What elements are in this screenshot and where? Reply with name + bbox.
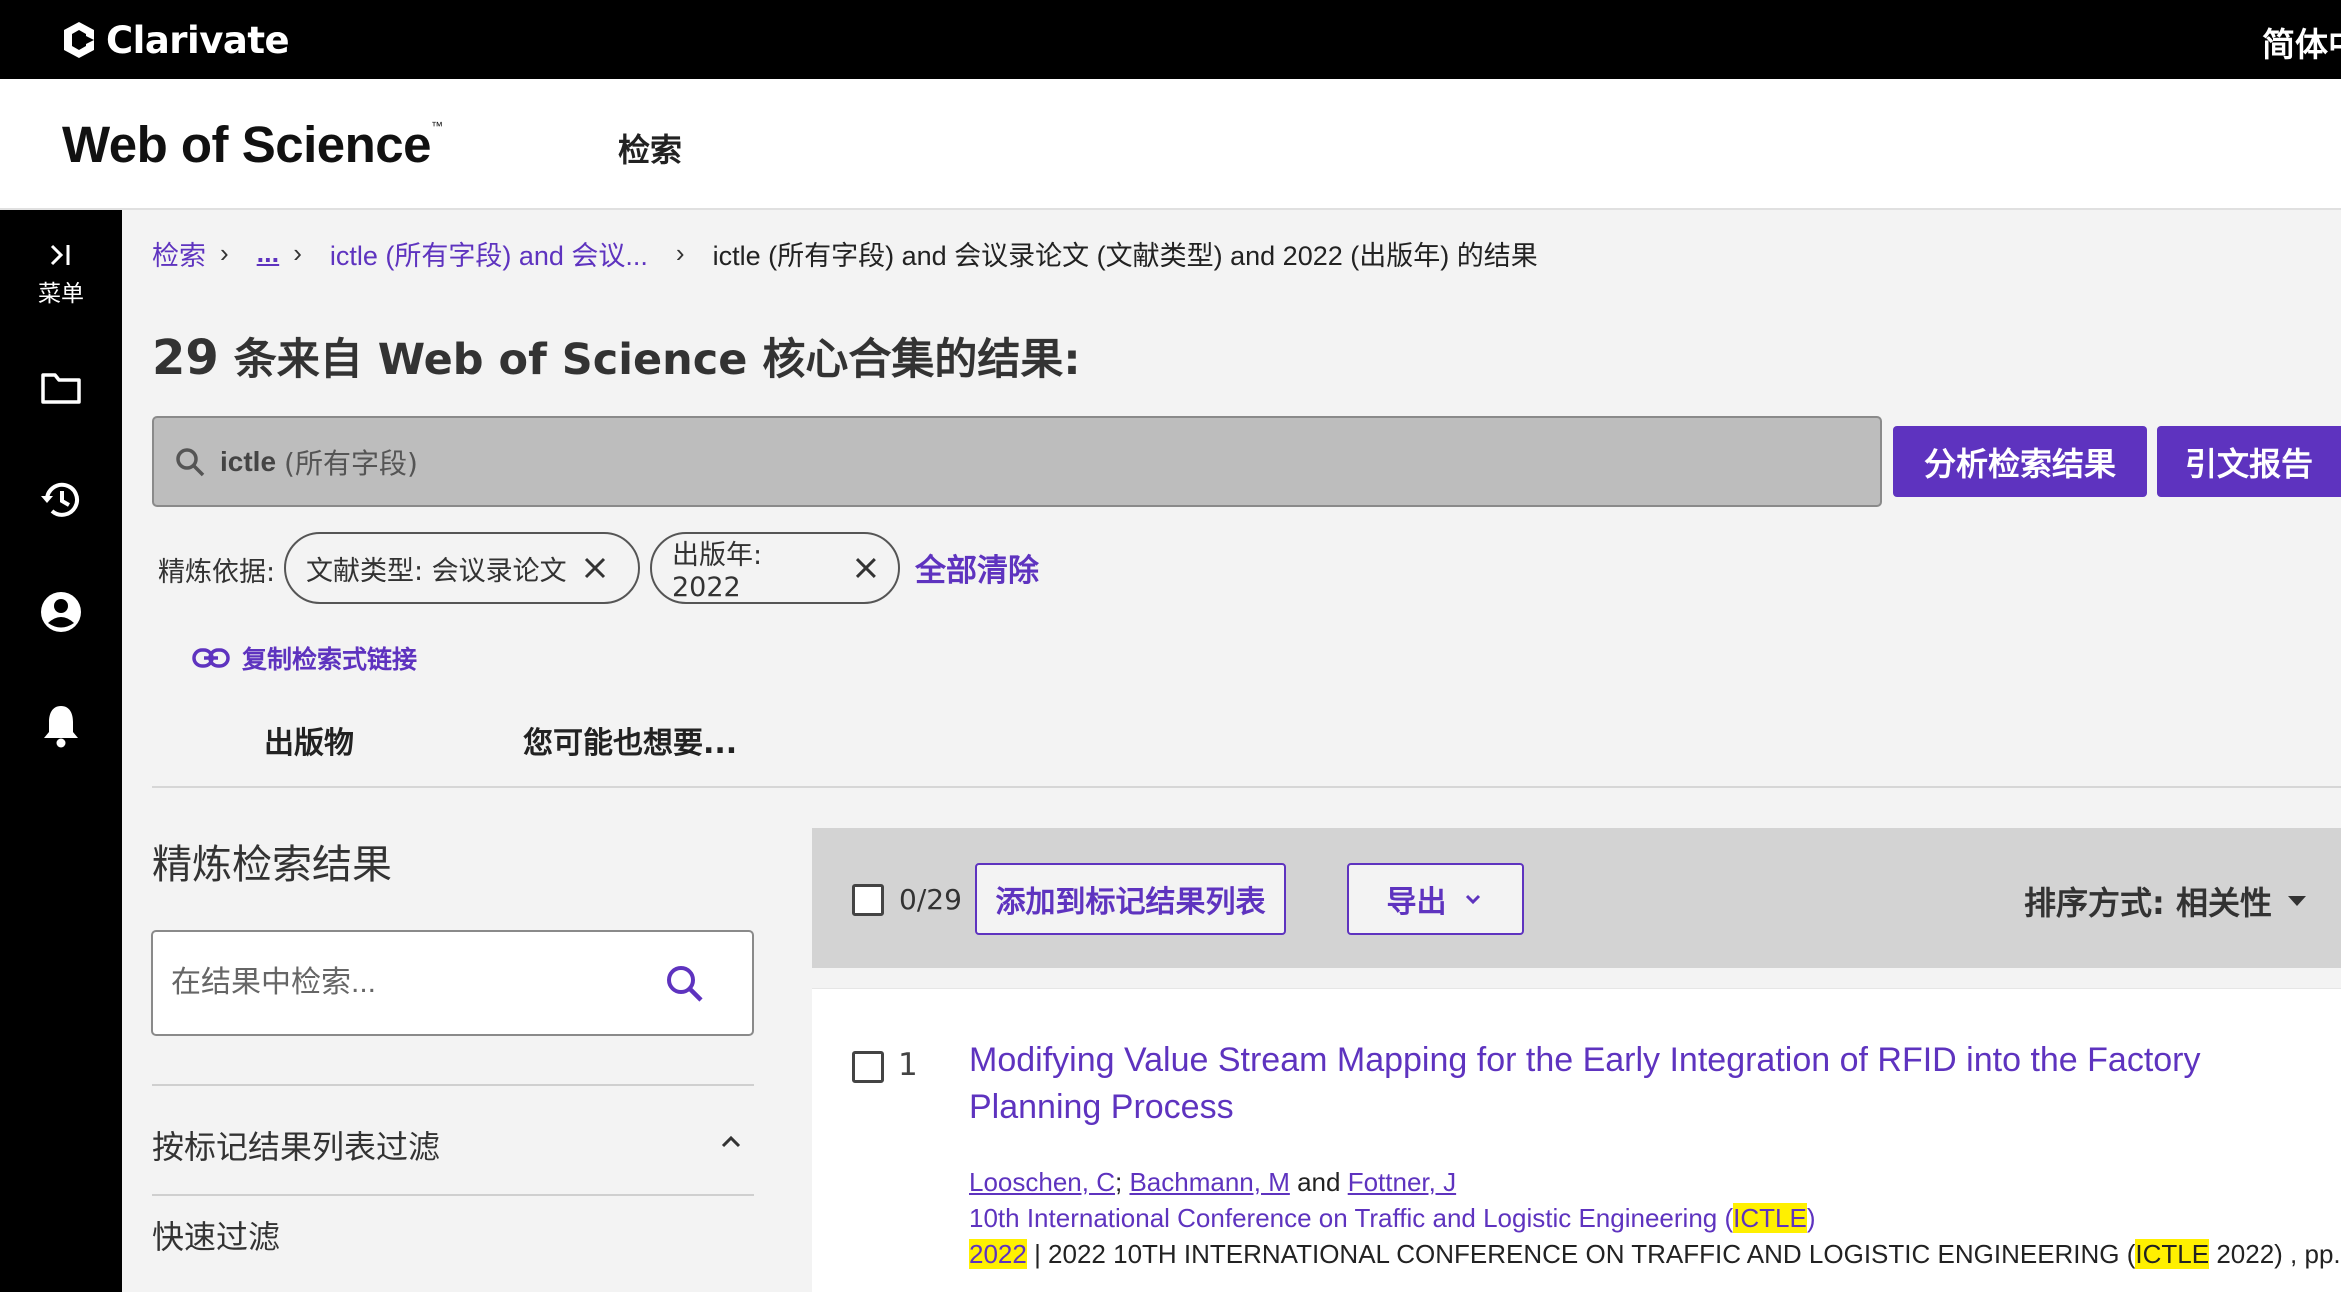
refine-search-box bbox=[151, 930, 754, 1036]
refine-divider bbox=[152, 1084, 754, 1086]
close-icon[interactable] bbox=[854, 556, 878, 580]
copy-query-link-label: 复制检索式链接 bbox=[242, 645, 418, 674]
export-label: 导出 bbox=[1386, 885, 1447, 920]
export-button[interactable]: 导出 bbox=[1347, 863, 1524, 935]
refine-divider bbox=[152, 1194, 754, 1196]
sort-label: 排序方式: 相关性 bbox=[2024, 884, 2272, 922]
clarivate-logo[interactable]: Clarivate bbox=[60, 16, 290, 64]
clarivate-topbar: Clarivate 简体中 bbox=[0, 0, 2341, 79]
record-title-link[interactable]: Modifying Value Stream Mapping for the E… bbox=[969, 1037, 2339, 1131]
select-all-checkbox[interactable] bbox=[852, 884, 884, 916]
query-term: ictle bbox=[220, 445, 277, 477]
selected-count: 0/29 bbox=[899, 883, 962, 916]
record-index: 1 bbox=[898, 1047, 918, 1083]
record-source: 2022 | 2022 10TH INTERNATIONAL CONFERENC… bbox=[969, 1239, 2341, 1270]
left-sidebar: 菜单 bbox=[0, 210, 122, 1292]
breadcrumb-separator: › bbox=[220, 238, 229, 268]
results-heading-text: 条来自 Web of Science 核心合集的结果: bbox=[218, 335, 1081, 385]
results-heading: 29 条来自 Web of Science 核心合集的结果: bbox=[152, 325, 1081, 387]
chip-label: 文献类型: 会议录论文 bbox=[306, 555, 567, 587]
clear-all-filters-link[interactable]: 全部清除 bbox=[915, 545, 1039, 590]
bell-icon bbox=[44, 706, 78, 748]
quick-filter-heading: 快速过滤 bbox=[152, 1218, 281, 1256]
results-toolbar: 0/29 添加到标记结果列表 导出 排序方式: 相关性 bbox=[812, 828, 2341, 968]
filter-chip-publication-year[interactable]: 出版年: 2022 bbox=[650, 532, 900, 604]
query-display-box[interactable]: ictle (所有字段) bbox=[152, 416, 1882, 507]
record-year: 2022 bbox=[969, 1239, 1027, 1269]
chevron-down-icon bbox=[1465, 894, 1480, 905]
author-separator: ; bbox=[1114, 1167, 1123, 1197]
marked-list-filter-toggle[interactable]: 按标记结果列表过滤 bbox=[152, 1122, 741, 1168]
tab-you-may-also-want[interactable]: 您可能也想要... bbox=[523, 718, 737, 762]
copy-query-link-button[interactable]: 复制检索式链接 bbox=[192, 640, 417, 676]
query-field: (所有字段) bbox=[284, 446, 418, 480]
conference-highlight: ICTLE bbox=[1733, 1203, 1807, 1233]
nav-search-link[interactable]: 检索 bbox=[618, 125, 682, 171]
search-icon bbox=[176, 447, 205, 476]
citation-report-button[interactable]: 引文报告 bbox=[2157, 426, 2341, 497]
chevron-up-icon bbox=[721, 1135, 741, 1148]
expand-menu-icon bbox=[50, 244, 70, 266]
source-highlight: ICTLE bbox=[2135, 1239, 2210, 1269]
marked-list-filter-label: 按标记结果列表过滤 bbox=[152, 1128, 441, 1166]
wos-logo[interactable]: Web of Science™ bbox=[62, 115, 443, 174]
search-icon[interactable] bbox=[657, 956, 715, 1014]
user-account-icon bbox=[41, 592, 81, 632]
chip-label: 出版年: 2022 bbox=[672, 540, 763, 603]
result-record: 1 Modifying Value Stream Mapping for the… bbox=[812, 988, 2341, 1292]
add-to-marked-list-button[interactable]: 添加到标记结果列表 bbox=[975, 863, 1286, 935]
sidebar-item-alerts[interactable] bbox=[0, 702, 122, 748]
wos-brand-text: Web of Science bbox=[62, 116, 432, 173]
close-icon[interactable] bbox=[583, 556, 607, 580]
conference-text: 10th International Conference on Traffic… bbox=[969, 1203, 1734, 1233]
breadcrumb: 检索 › ... › ictle (所有字段) and 会议... › ictl… bbox=[152, 234, 1538, 273]
analyze-results-button[interactable]: 分析检索结果 bbox=[1893, 426, 2147, 497]
author-link[interactable]: Fottner, J bbox=[1348, 1167, 1456, 1197]
sidebar-item-history[interactable] bbox=[0, 478, 122, 522]
results-count: 29 bbox=[152, 330, 219, 386]
filter-chip-document-type[interactable]: 文献类型: 会议录论文 bbox=[284, 532, 640, 604]
conference-text-end: ) bbox=[1806, 1203, 1816, 1233]
tab-publications[interactable]: 出版物 bbox=[264, 718, 354, 762]
breadcrumb-previous-query[interactable]: ictle (所有字段) and 会议... bbox=[330, 234, 648, 273]
tabs-divider bbox=[152, 786, 2341, 788]
source-text-end: 2022) , pp.95-100 bbox=[2216, 1239, 2341, 1269]
wos-header: Web of Science™ 检索 bbox=[0, 79, 2341, 210]
record-conference-link[interactable]: 10th International Conference on Traffic… bbox=[969, 1203, 1815, 1234]
caret-down-icon bbox=[2287, 896, 2306, 906]
sidebar-menu-label: 菜单 bbox=[38, 281, 84, 307]
author-link[interactable]: Looschen, C bbox=[969, 1167, 1115, 1197]
history-icon bbox=[41, 482, 79, 517]
refine-search-input[interactable] bbox=[171, 960, 651, 1006]
sidebar-item-marked-list[interactable] bbox=[0, 370, 122, 406]
author-link[interactable]: Bachmann, M bbox=[1129, 1167, 1289, 1197]
author-and: and bbox=[1297, 1167, 1341, 1197]
folder-icon bbox=[41, 373, 81, 404]
clarivate-brand-text: Clarivate bbox=[106, 18, 290, 62]
sidebar-menu-toggle[interactable]: 菜单 bbox=[0, 240, 122, 308]
record-authors: Looschen, C; Bachmann, M and Fottner, J bbox=[969, 1167, 1456, 1198]
sidebar-item-profile[interactable] bbox=[0, 590, 122, 634]
source-text: | 2022 10TH INTERNATIONAL CONFERENCE ON … bbox=[1026, 1239, 2136, 1269]
clarivate-logo-icon bbox=[64, 22, 94, 58]
breadcrumb-current: ictle (所有字段) and 会议录论文 (文献类型) and 2022 (… bbox=[712, 241, 1538, 271]
breadcrumb-separator: › bbox=[293, 238, 302, 268]
language-selector[interactable]: 简体中 bbox=[2262, 18, 2341, 66]
breadcrumb-search[interactable]: 检索 bbox=[152, 234, 206, 273]
sort-dropdown[interactable]: 排序方式: 相关性 bbox=[2024, 878, 2308, 924]
refine-panel-title: 精炼检索结果 bbox=[152, 842, 392, 888]
trademark-mark: ™ bbox=[431, 119, 443, 133]
refine-by-label: 精炼依据: bbox=[158, 557, 276, 588]
link-icon bbox=[192, 648, 230, 668]
breadcrumb-ellipsis[interactable]: ... bbox=[257, 238, 280, 269]
record-checkbox[interactable] bbox=[852, 1051, 884, 1083]
breadcrumb-separator: › bbox=[675, 238, 685, 268]
